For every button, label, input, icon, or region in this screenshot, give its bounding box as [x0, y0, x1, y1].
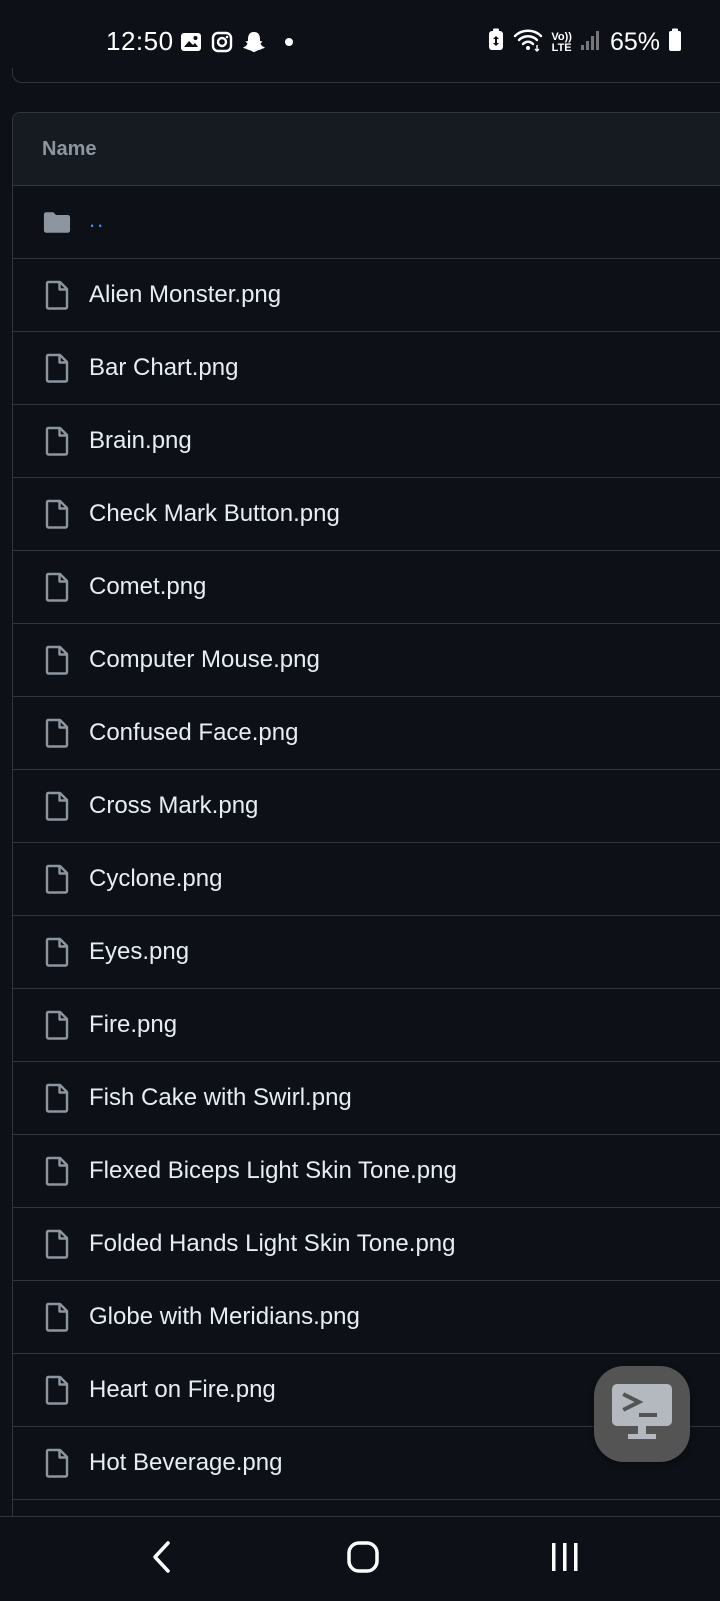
battery-saver-icon	[487, 28, 505, 57]
navigation-bar	[0, 1516, 720, 1601]
status-left-icons	[180, 31, 295, 53]
file-row[interactable]: Cyclone.png	[13, 843, 720, 916]
file-icon	[43, 353, 71, 383]
file-icon-graphic	[45, 1010, 69, 1040]
file-row[interactable]: Fish Cake with Swirl.png	[13, 1062, 720, 1135]
file-icon-graphic	[45, 645, 69, 675]
file-icon	[43, 426, 71, 456]
file-row[interactable]: Globe with Meridians.png	[13, 1281, 720, 1354]
file-name-link[interactable]: Cyclone.png	[89, 865, 222, 893]
file-name-link[interactable]: Fish Cake with Swirl.png	[89, 1084, 352, 1112]
terminal-floating-button[interactable]	[594, 1366, 690, 1462]
file-icon-graphic	[45, 572, 69, 602]
file-row[interactable]: Fire.png	[13, 989, 720, 1062]
file-icon	[43, 1448, 71, 1478]
volte-label-bottom: LTE	[551, 41, 572, 54]
file-icon	[43, 718, 71, 748]
file-row[interactable]: Flexed Biceps Light Skin Tone.png	[13, 1135, 720, 1208]
file-row[interactable]: Comet.png	[13, 551, 720, 624]
name-column-header[interactable]: Name	[13, 113, 720, 186]
wifi-icon	[513, 28, 543, 57]
file-icon	[43, 1083, 71, 1113]
file-row[interactable]: Brain.png	[13, 405, 720, 478]
file-icon-graphic	[45, 1302, 69, 1332]
file-icon	[43, 1229, 71, 1259]
recents-icon	[548, 1541, 582, 1578]
file-icon	[43, 1302, 71, 1332]
file-name-link[interactable]: Check Mark Button.png	[89, 500, 340, 528]
back-icon	[150, 1540, 174, 1579]
battery-icon	[668, 28, 682, 57]
parent-directory-link[interactable]: ..	[89, 207, 105, 233]
file-icon-graphic	[45, 1375, 69, 1405]
file-name-link[interactable]: Folded Hands Light Skin Tone.png	[89, 1230, 455, 1258]
file-icon-graphic	[45, 1083, 69, 1113]
file-icon-graphic	[45, 353, 69, 383]
file-name-link[interactable]: Alien Monster.png	[89, 281, 281, 309]
file-icon	[43, 1375, 71, 1405]
file-icon	[43, 1156, 71, 1186]
file-row[interactable]: Check Mark Button.png	[13, 478, 720, 551]
notification-dot	[275, 32, 295, 52]
file-name-link[interactable]: Globe with Meridians.png	[89, 1303, 360, 1331]
file-icon-graphic	[45, 864, 69, 894]
instagram-icon	[211, 31, 233, 53]
file-name-link[interactable]: Cross Mark.png	[89, 792, 258, 820]
file-name-link[interactable]: Heart on Fire.png	[89, 1376, 276, 1404]
file-name-link[interactable]: Comet.png	[89, 573, 206, 601]
file-row[interactable]: Computer Mouse.png	[13, 624, 720, 697]
file-icon	[43, 280, 71, 310]
home-button[interactable]	[333, 1537, 393, 1581]
battery-percent: 65%	[609, 28, 660, 56]
file-icon	[43, 864, 71, 894]
file-name-link[interactable]: Eyes.png	[89, 938, 189, 966]
file-icon	[43, 499, 71, 529]
back-button[interactable]	[132, 1537, 192, 1581]
file-icon	[43, 937, 71, 967]
folder-icon	[43, 207, 71, 237]
file-icon-graphic	[45, 1448, 69, 1478]
status-time: 12:50	[106, 26, 174, 56]
terminal-monitor-icon	[609, 1381, 675, 1448]
volte-label-top: Vo))	[551, 30, 572, 43]
file-rows: Alien Monster.png Bar Chart.png Brain.png C…	[13, 259, 720, 1500]
file-icon	[43, 791, 71, 821]
file-icon-graphic	[45, 426, 69, 456]
file-row[interactable]: Folded Hands Light Skin Tone.png	[13, 1208, 720, 1281]
file-name-link[interactable]: Hot Beverage.png	[89, 1449, 282, 1477]
home-icon	[346, 1540, 380, 1579]
file-list-panel: Name .. Alien Monster.png Bar Chart.png Br…	[12, 112, 720, 1554]
file-row[interactable]: Bar Chart.png	[13, 332, 720, 405]
file-name-link[interactable]: Flexed Biceps Light Skin Tone.png	[89, 1157, 457, 1185]
snapchat-icon	[242, 31, 266, 53]
file-name-link[interactable]: Brain.png	[89, 427, 192, 455]
file-icon-graphic	[45, 499, 69, 529]
file-name-link[interactable]: Bar Chart.png	[89, 354, 238, 382]
status-bar: 12:50 Vo)) LTE 65%	[0, 0, 720, 68]
file-row[interactable]: Cross Mark.png	[13, 770, 720, 843]
gallery-icon	[180, 32, 202, 52]
volte-icon: Vo)) LTE	[551, 30, 572, 54]
file-row[interactable]: Alien Monster.png	[13, 259, 720, 332]
file-row[interactable]: Confused Face.png	[13, 697, 720, 770]
parent-directory-row[interactable]: ..	[13, 186, 720, 259]
file-icon-graphic	[45, 1156, 69, 1186]
file-icon-graphic	[45, 791, 69, 821]
file-name-link[interactable]: Fire.png	[89, 1011, 177, 1039]
file-icon	[43, 572, 71, 602]
file-icon	[43, 645, 71, 675]
file-icon-graphic	[45, 718, 69, 748]
file-icon-graphic	[45, 280, 69, 310]
recents-button[interactable]	[535, 1537, 595, 1581]
file-icon-graphic	[45, 1229, 69, 1259]
file-name-link[interactable]: Computer Mouse.png	[89, 646, 320, 674]
file-row[interactable]: Eyes.png	[13, 916, 720, 989]
status-right-icons: Vo)) LTE 65%	[487, 28, 682, 57]
file-icon	[43, 1010, 71, 1040]
signal-icon	[580, 29, 602, 56]
file-name-link[interactable]: Confused Face.png	[89, 719, 298, 747]
file-icon-graphic	[45, 937, 69, 967]
